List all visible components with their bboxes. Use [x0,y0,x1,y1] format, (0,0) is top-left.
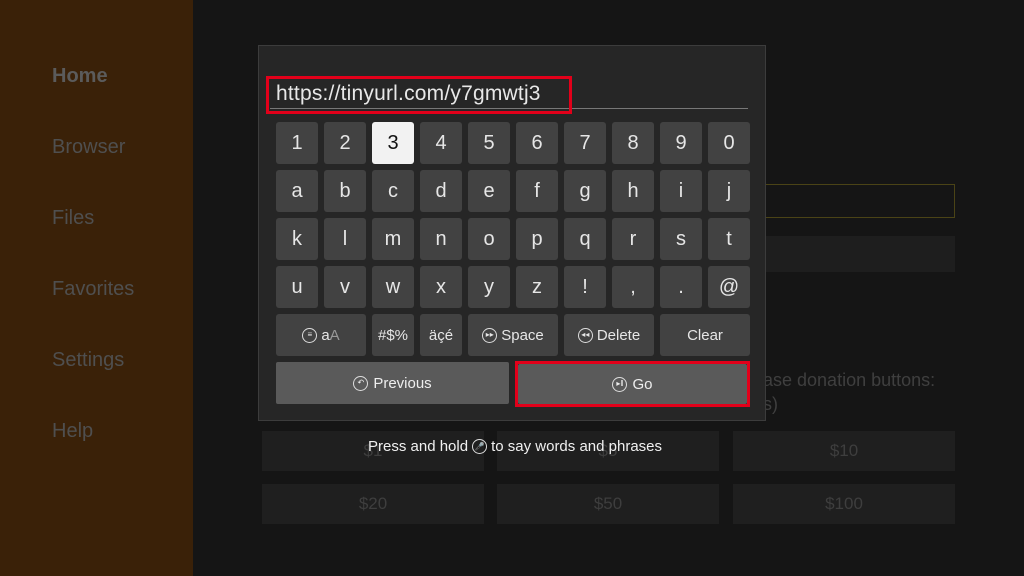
key-4-8[interactable]: , [612,266,654,308]
key-1-1[interactable]: 1 [276,122,318,164]
back-icon: ↶ [353,375,369,391]
key-3-1[interactable]: k [276,218,318,260]
key-3-8[interactable]: r [612,218,654,260]
key-3-3[interactable]: m [372,218,414,260]
background-bar [763,236,955,272]
key-2-6[interactable]: f [516,170,558,212]
menu-icon: ≡ [302,327,318,343]
donation-button-50[interactable]: $50 [497,484,719,524]
key-2-2[interactable]: b [324,170,366,212]
symbols-key[interactable]: #$% [372,314,414,356]
key-1-4[interactable]: 4 [420,122,462,164]
sidebar: Home Browser Files Favorites Settings He… [0,0,193,576]
key-2-4[interactable]: d [420,170,462,212]
key-4-2[interactable]: v [324,266,366,308]
delete-key[interactable]: ◂◂ Delete [564,314,654,356]
donation-text-line1: ase donation buttons: [763,370,936,390]
space-key[interactable]: ▸▸ Space [468,314,558,356]
key-4-3[interactable]: w [372,266,414,308]
microphone-icon: 🎤 [472,439,488,454]
key-3-9[interactable]: s [660,218,702,260]
sidebar-item-home[interactable]: Home [52,65,108,88]
sidebar-item-settings[interactable]: Settings [52,349,124,372]
sidebar-item-favorites[interactable]: Favorites [52,278,134,301]
key-4-5[interactable]: y [468,266,510,308]
sidebar-item-help[interactable]: Help [52,420,93,443]
key-1-6[interactable]: 6 [516,122,558,164]
key-1-7[interactable]: 7 [564,122,606,164]
key-3-6[interactable]: p [516,218,558,260]
donation-button-20[interactable]: $20 [262,484,484,524]
key-4-6[interactable]: z [516,266,558,308]
key-1-8[interactable]: 8 [612,122,654,164]
voice-hint: Press and hold 🎤 to say words and phrase… [368,438,662,455]
key-2-5[interactable]: e [468,170,510,212]
previous-label: Previous [373,374,432,392]
key-1-10[interactable]: 0 [708,122,750,164]
key-1-3[interactable]: 3 [372,122,414,164]
case-toggle-label: aA [321,326,340,344]
accents-key[interactable]: äçé [420,314,462,356]
key-3-4[interactable]: n [420,218,462,260]
key-4-9[interactable]: . [660,266,702,308]
key-3-7[interactable]: q [564,218,606,260]
key-2-7[interactable]: g [564,170,606,212]
space-label: Space [501,326,544,344]
delete-label: Delete [596,326,641,344]
case-toggle-key[interactable]: ≡ aA [276,314,366,356]
previous-button[interactable]: ↶ Previous [276,362,509,404]
clear-key[interactable]: Clear [660,314,750,356]
key-2-3[interactable]: c [372,170,414,212]
go-highlight-box [515,361,750,407]
key-2-8[interactable]: h [612,170,654,212]
voice-hint-after: to say words and phrases [491,438,663,455]
fast-forward-icon: ▸▸ [482,327,498,343]
key-1-9[interactable]: 9 [660,122,702,164]
sidebar-item-browser[interactable]: Browser [52,136,125,159]
voice-hint-before: Press and hold [368,438,469,455]
key-2-1[interactable]: a [276,170,318,212]
key-1-2[interactable]: 2 [324,122,366,164]
url-highlight-box [266,76,572,114]
key-2-9[interactable]: i [660,170,702,212]
key-3-2[interactable]: l [324,218,366,260]
donation-text: ase donation buttons: s) [763,368,935,416]
key-3-5[interactable]: o [468,218,510,260]
key-4-1[interactable]: u [276,266,318,308]
key-4-4[interactable]: x [420,266,462,308]
donation-button-100[interactable]: $100 [733,484,955,524]
donation-button-10[interactable]: $10 [733,431,955,471]
background-input-field [763,184,955,218]
rewind-icon: ◂◂ [577,327,593,343]
sidebar-item-files[interactable]: Files [52,207,94,230]
donation-text-line2: s) [763,394,778,414]
key-1-5[interactable]: 5 [468,122,510,164]
key-2-10[interactable]: j [708,170,750,212]
key-4-7[interactable]: ! [564,266,606,308]
key-4-10[interactable]: @ [708,266,750,308]
key-3-10[interactable]: t [708,218,750,260]
